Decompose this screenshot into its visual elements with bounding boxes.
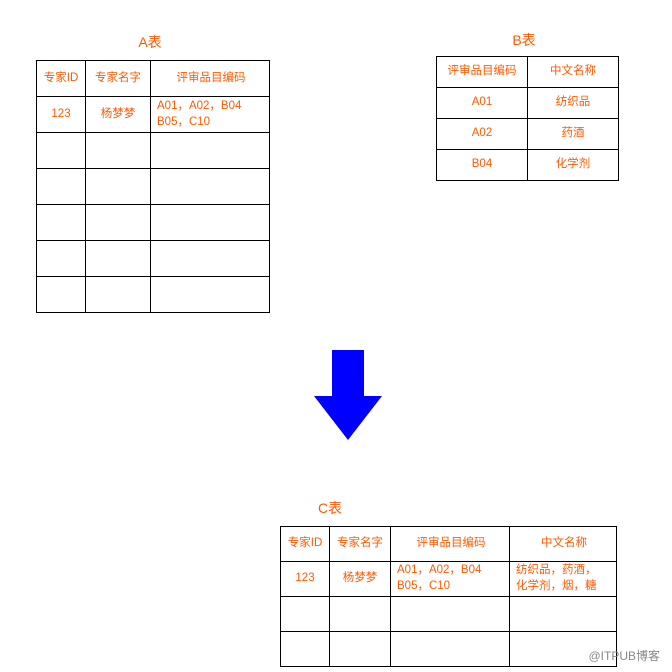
- cell-cn-name: 化学剂: [528, 150, 619, 181]
- cell-code: A01: [437, 88, 528, 119]
- th-expert-id: 专家ID: [37, 61, 86, 97]
- cell-codes: A01，A02，B04B05，C10: [391, 562, 510, 597]
- down-arrow-icon: [314, 350, 382, 440]
- table-row: [37, 241, 270, 277]
- table-row: 123 杨梦梦 A01，A02，B04B05，C10 纺织品，药酒，化学剂，烟，…: [281, 562, 617, 597]
- table-row: 专家ID 专家名字 评审品目编码: [37, 61, 270, 97]
- cell-code: B04: [437, 150, 528, 181]
- title-b: B表: [494, 30, 554, 50]
- th-cn-name: 中文名称: [510, 527, 617, 562]
- table-row: 评审品目编码 中文名称: [437, 57, 619, 88]
- table-row: [281, 597, 617, 632]
- th-codes: 评审品目编码: [151, 61, 270, 97]
- table-row: [37, 205, 270, 241]
- cell-name: 杨梦梦: [330, 562, 391, 597]
- cell-code: A02: [437, 119, 528, 150]
- table-row: [37, 169, 270, 205]
- cell-cn-name: 药酒: [528, 119, 619, 150]
- table-row: [37, 277, 270, 313]
- th-code: 评审品目编码: [437, 57, 528, 88]
- title-a: A表: [120, 32, 180, 52]
- table-c: 专家ID 专家名字 评审品目编码 中文名称 123 杨梦梦 A01，A02，B0…: [280, 526, 617, 667]
- th-cn-name: 中文名称: [528, 57, 619, 88]
- table-a: 专家ID 专家名字 评审品目编码 123 杨梦梦 A01，A02，B04B05，…: [36, 60, 270, 313]
- table-row: 专家ID 专家名字 评审品目编码 中文名称: [281, 527, 617, 562]
- table-row: B04 化学剂: [437, 150, 619, 181]
- th-expert-name: 专家名字: [86, 61, 151, 97]
- title-c: C表: [300, 498, 360, 518]
- th-expert-name: 专家名字: [330, 527, 391, 562]
- table-row: [281, 632, 617, 667]
- cell-id: 123: [281, 562, 330, 597]
- th-codes: 评审品目编码: [391, 527, 510, 562]
- table-row: A02 药酒: [437, 119, 619, 150]
- cell-codes: A01，A02，B04B05，C10: [151, 97, 270, 133]
- table-row: A01 纺织品: [437, 88, 619, 119]
- watermark: @ITPUB博客: [588, 647, 660, 664]
- table-row: [37, 133, 270, 169]
- cell-id: 123: [37, 97, 86, 133]
- cell-name: 杨梦梦: [86, 97, 151, 133]
- table-b: 评审品目编码 中文名称 A01 纺织品 A02 药酒 B04 化学剂: [436, 56, 619, 181]
- cell-cn: 纺织品，药酒，化学剂，烟，糖: [510, 562, 617, 597]
- cell-cn-name: 纺织品: [528, 88, 619, 119]
- th-expert-id: 专家ID: [281, 527, 330, 562]
- table-row: 123 杨梦梦 A01，A02，B04B05，C10: [37, 97, 270, 133]
